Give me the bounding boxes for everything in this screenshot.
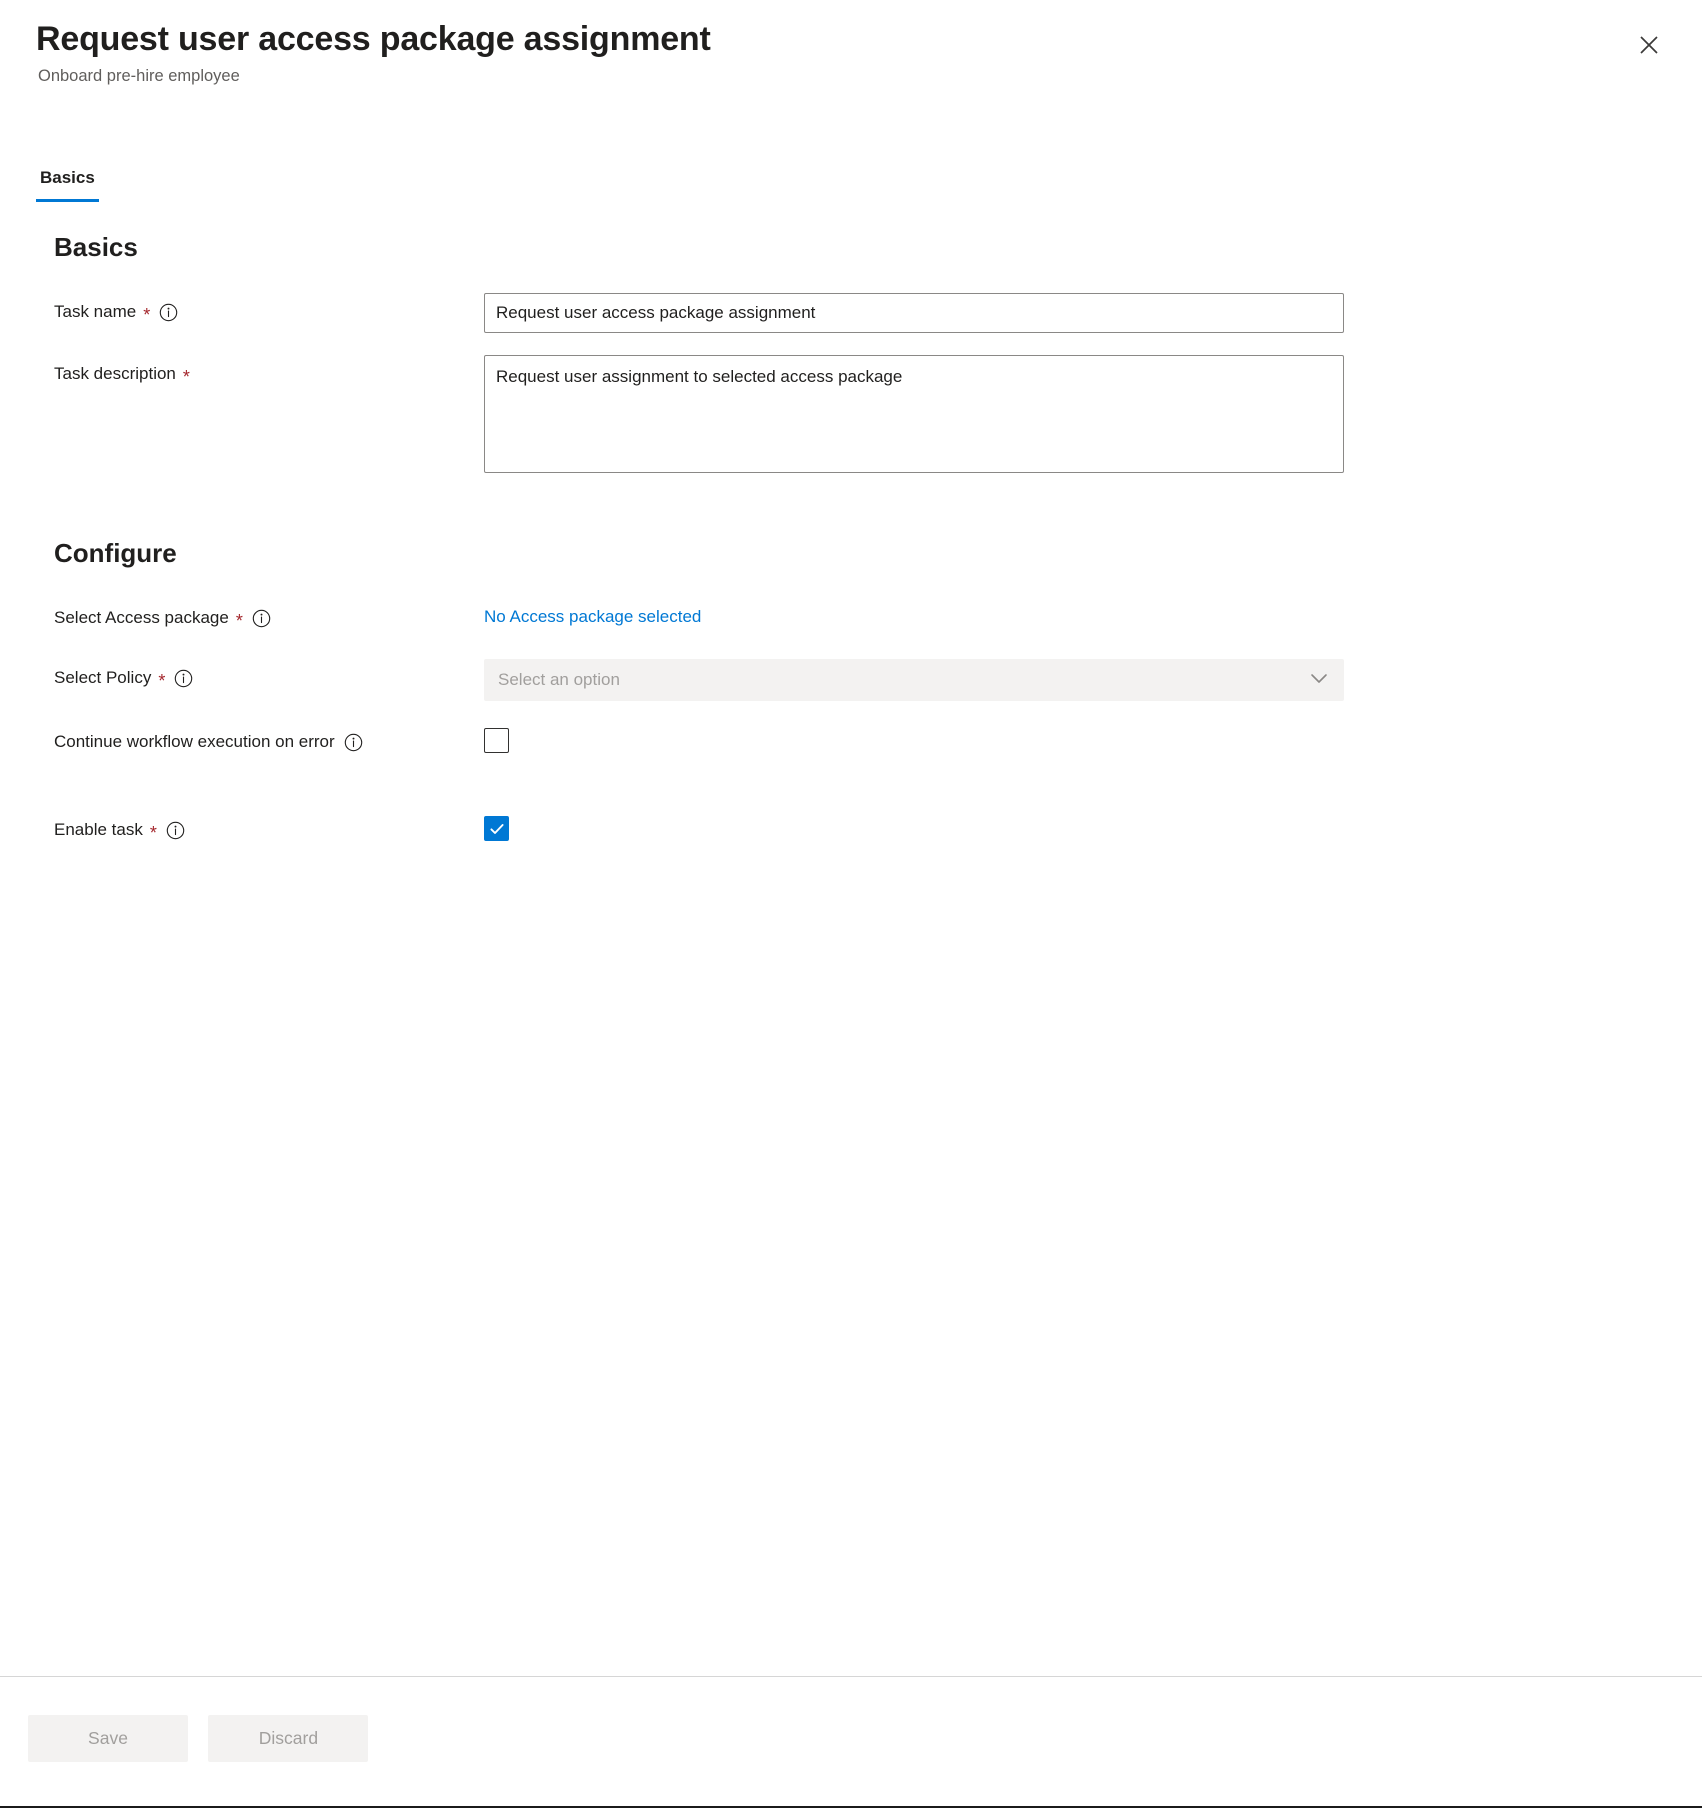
- title-block: Request user access package assignment O…: [36, 18, 711, 88]
- label-task-name: Task name *: [54, 293, 484, 324]
- tab-strip: Basics: [36, 168, 1702, 202]
- required-asterisk: *: [183, 368, 190, 386]
- blade-header: Request user access package assignment O…: [0, 0, 1702, 88]
- form-row-select-policy: Select Policy * Select an option: [54, 659, 1666, 701]
- field-continue-on-error: [484, 723, 1666, 753]
- label-enable-task: Enable task *: [54, 811, 484, 842]
- close-icon: [1636, 32, 1662, 58]
- select-access-package-link[interactable]: No Access package selected: [484, 599, 701, 627]
- required-asterisk: *: [236, 612, 243, 630]
- info-icon[interactable]: [166, 821, 185, 840]
- enable-task-checkbox[interactable]: [484, 816, 509, 841]
- label-select-access-package: Select Access package *: [54, 599, 484, 630]
- label-task-description-text: Task description: [54, 363, 176, 386]
- page-title: Request user access package assignment: [36, 18, 711, 60]
- field-select-policy: Select an option: [484, 659, 1666, 701]
- page-subtitle: Onboard pre-hire employee: [38, 66, 711, 87]
- field-task-name: [484, 293, 1666, 333]
- close-button[interactable]: [1626, 22, 1672, 68]
- required-asterisk: *: [158, 672, 165, 690]
- form-row-task-description: Task description *: [54, 355, 1666, 478]
- info-icon[interactable]: [252, 609, 271, 628]
- blade-body: Basics Task name * Task description *: [0, 232, 1702, 1676]
- save-button[interactable]: Save: [28, 1715, 188, 1762]
- section-heading-basics: Basics: [54, 232, 1666, 263]
- blade-footer: Save Discard: [0, 1676, 1702, 1808]
- label-continue-on-error: Continue workflow execution on error: [54, 723, 484, 754]
- title-row: Request user access package assignment O…: [36, 18, 1666, 88]
- form-row-continue-on-error: Continue workflow execution on error: [54, 723, 1666, 761]
- select-policy-dropdown[interactable]: Select an option: [484, 659, 1344, 701]
- form-row-select-access-package: Select Access package * No Access packag…: [54, 599, 1666, 637]
- required-asterisk: *: [150, 824, 157, 842]
- tab-basics[interactable]: Basics: [36, 168, 99, 202]
- required-asterisk: *: [143, 306, 150, 324]
- field-enable-task: [484, 811, 1666, 841]
- field-task-description: [484, 355, 1666, 478]
- label-select-policy-text: Select Policy: [54, 667, 151, 690]
- label-continue-on-error-text: Continue workflow execution on error: [54, 731, 335, 754]
- chevron-down-icon: [1307, 666, 1331, 695]
- info-icon[interactable]: [174, 669, 193, 688]
- field-select-access-package: No Access package selected: [484, 599, 1666, 627]
- info-icon[interactable]: [344, 733, 363, 752]
- label-task-name-text: Task name: [54, 301, 136, 324]
- task-name-input[interactable]: [484, 293, 1344, 333]
- label-enable-task-text: Enable task: [54, 819, 143, 842]
- form-row-enable-task: Enable task *: [54, 811, 1666, 849]
- discard-button[interactable]: Discard: [208, 1715, 368, 1762]
- continue-on-error-checkbox[interactable]: [484, 728, 509, 753]
- info-icon[interactable]: [159, 303, 178, 322]
- checkmark-icon: [488, 820, 506, 838]
- section-heading-configure: Configure: [54, 538, 1666, 569]
- task-description-textarea[interactable]: [484, 355, 1344, 473]
- label-task-description: Task description *: [54, 355, 484, 386]
- select-policy-placeholder: Select an option: [498, 670, 620, 690]
- form-row-task-name: Task name *: [54, 293, 1666, 333]
- label-select-access-package-text: Select Access package: [54, 607, 229, 630]
- label-select-policy: Select Policy *: [54, 659, 484, 690]
